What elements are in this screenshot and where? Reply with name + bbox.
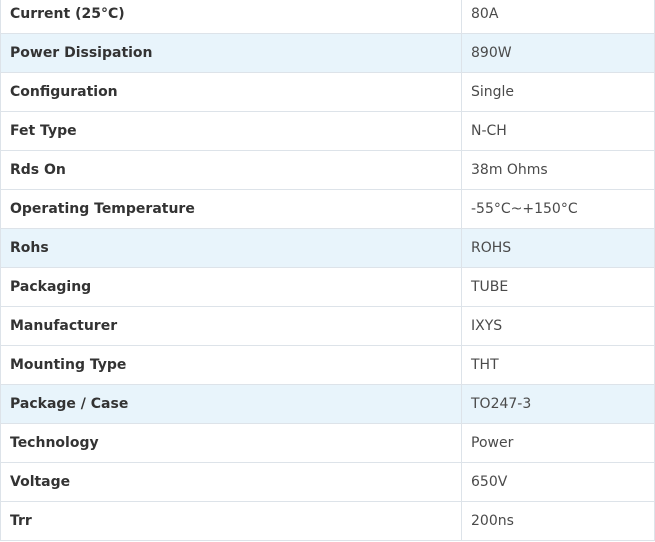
table-row: Current (25°C) 80A [0,0,655,34]
row-label: Current (25°C) [0,0,462,34]
row-label: Voltage [0,462,462,502]
table-row: Rohs ROHS [0,228,655,268]
row-label: Mounting Type [0,345,462,385]
table-row: Voltage 650V [0,462,655,502]
table-row: Manufacturer IXYS [0,306,655,346]
table-row: Trr 200ns [0,501,655,541]
table-row: Power Dissipation 890W [0,33,655,73]
row-label: Technology [0,423,462,463]
row-value: TUBE [461,267,655,307]
row-label: Manufacturer [0,306,462,346]
row-value: THT [461,345,655,385]
table-row: Configuration Single [0,72,655,112]
row-value: 80A [461,0,655,34]
row-value: -55°C~+150°C [461,189,655,229]
row-value: 38m Ohms [461,150,655,190]
row-label: Fet Type [0,111,462,151]
row-label: Trr [0,501,462,541]
row-value: Power [461,423,655,463]
table-row: Mounting Type THT [0,345,655,385]
row-label: Operating Temperature [0,189,462,229]
table-row: Operating Temperature -55°C~+150°C [0,189,655,229]
row-value: 200ns [461,501,655,541]
row-label: Power Dissipation [0,33,462,73]
row-label: Package / Case [0,384,462,424]
table-row: Technology Power [0,423,655,463]
row-value: TO247-3 [461,384,655,424]
row-value: IXYS [461,306,655,346]
spec-table: Current (25°C) 80A Power Dissipation 890… [0,0,655,541]
row-label: Packaging [0,267,462,307]
row-value: Single [461,72,655,112]
row-value: ROHS [461,228,655,268]
row-label: Rohs [0,228,462,268]
row-value: N-CH [461,111,655,151]
row-label: Rds On [0,150,462,190]
row-label: Configuration [0,72,462,112]
row-value: 890W [461,33,655,73]
table-row: Packaging TUBE [0,267,655,307]
table-row: Package / Case TO247-3 [0,384,655,424]
table-row: Rds On 38m Ohms [0,150,655,190]
row-value: 650V [461,462,655,502]
table-row: Fet Type N-CH [0,111,655,151]
